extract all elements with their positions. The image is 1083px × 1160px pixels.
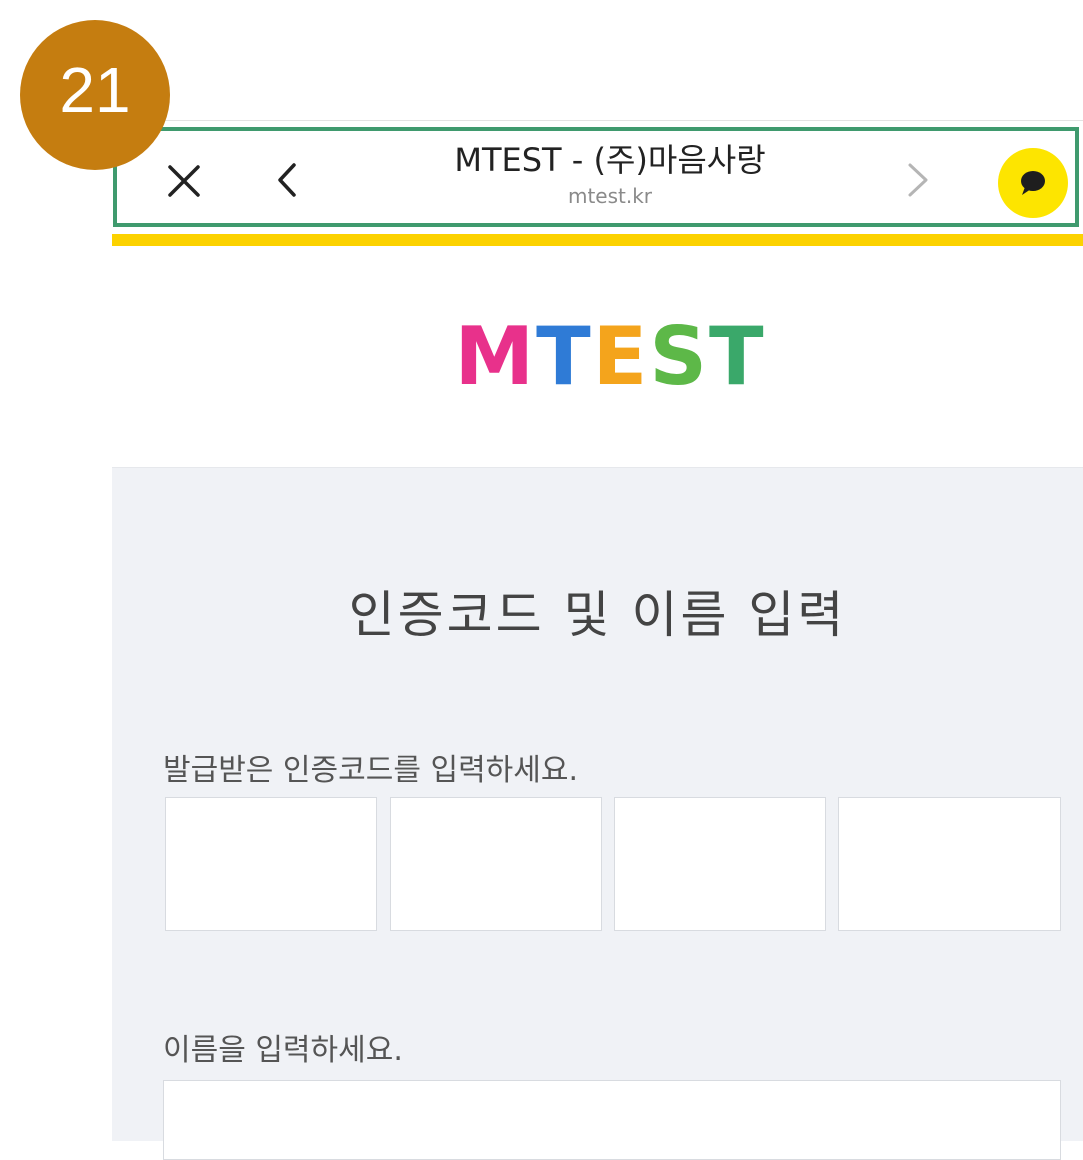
chevron-left-icon[interactable] [268, 155, 308, 205]
name-input[interactable] [163, 1080, 1061, 1160]
code-input-2[interactable] [390, 797, 602, 931]
code-input-3[interactable] [614, 797, 826, 931]
logo-letter: E [592, 310, 650, 403]
close-icon[interactable] [160, 155, 210, 205]
page-title-block: MTEST - (주)마음사랑 mtest.kr [330, 138, 890, 210]
page-url: mtest.kr [567, 184, 653, 208]
name-label: 이름을 입력하세요. [163, 1033, 403, 1068]
logo-letter: T [708, 310, 766, 403]
page-title: MTEST - (주)마음사랑 [454, 141, 766, 179]
mtest-logo: MTEST [340, 310, 880, 403]
chevron-right-icon[interactable] [898, 155, 938, 205]
logo-letter: T [536, 310, 593, 403]
logo-letter: S [649, 310, 709, 403]
step-number-badge: 21 [20, 20, 170, 170]
logo-letter: M [454, 310, 537, 403]
code-input-1[interactable] [165, 797, 377, 931]
code-label: 발급받은 인증코드를 입력하세요. [163, 753, 579, 788]
loading-progress-bar [112, 234, 1083, 246]
form-title: 인증코드 및 이름 입력 [348, 586, 847, 644]
kakao-talk-icon[interactable] [998, 148, 1068, 218]
code-input-4[interactable] [838, 797, 1061, 931]
